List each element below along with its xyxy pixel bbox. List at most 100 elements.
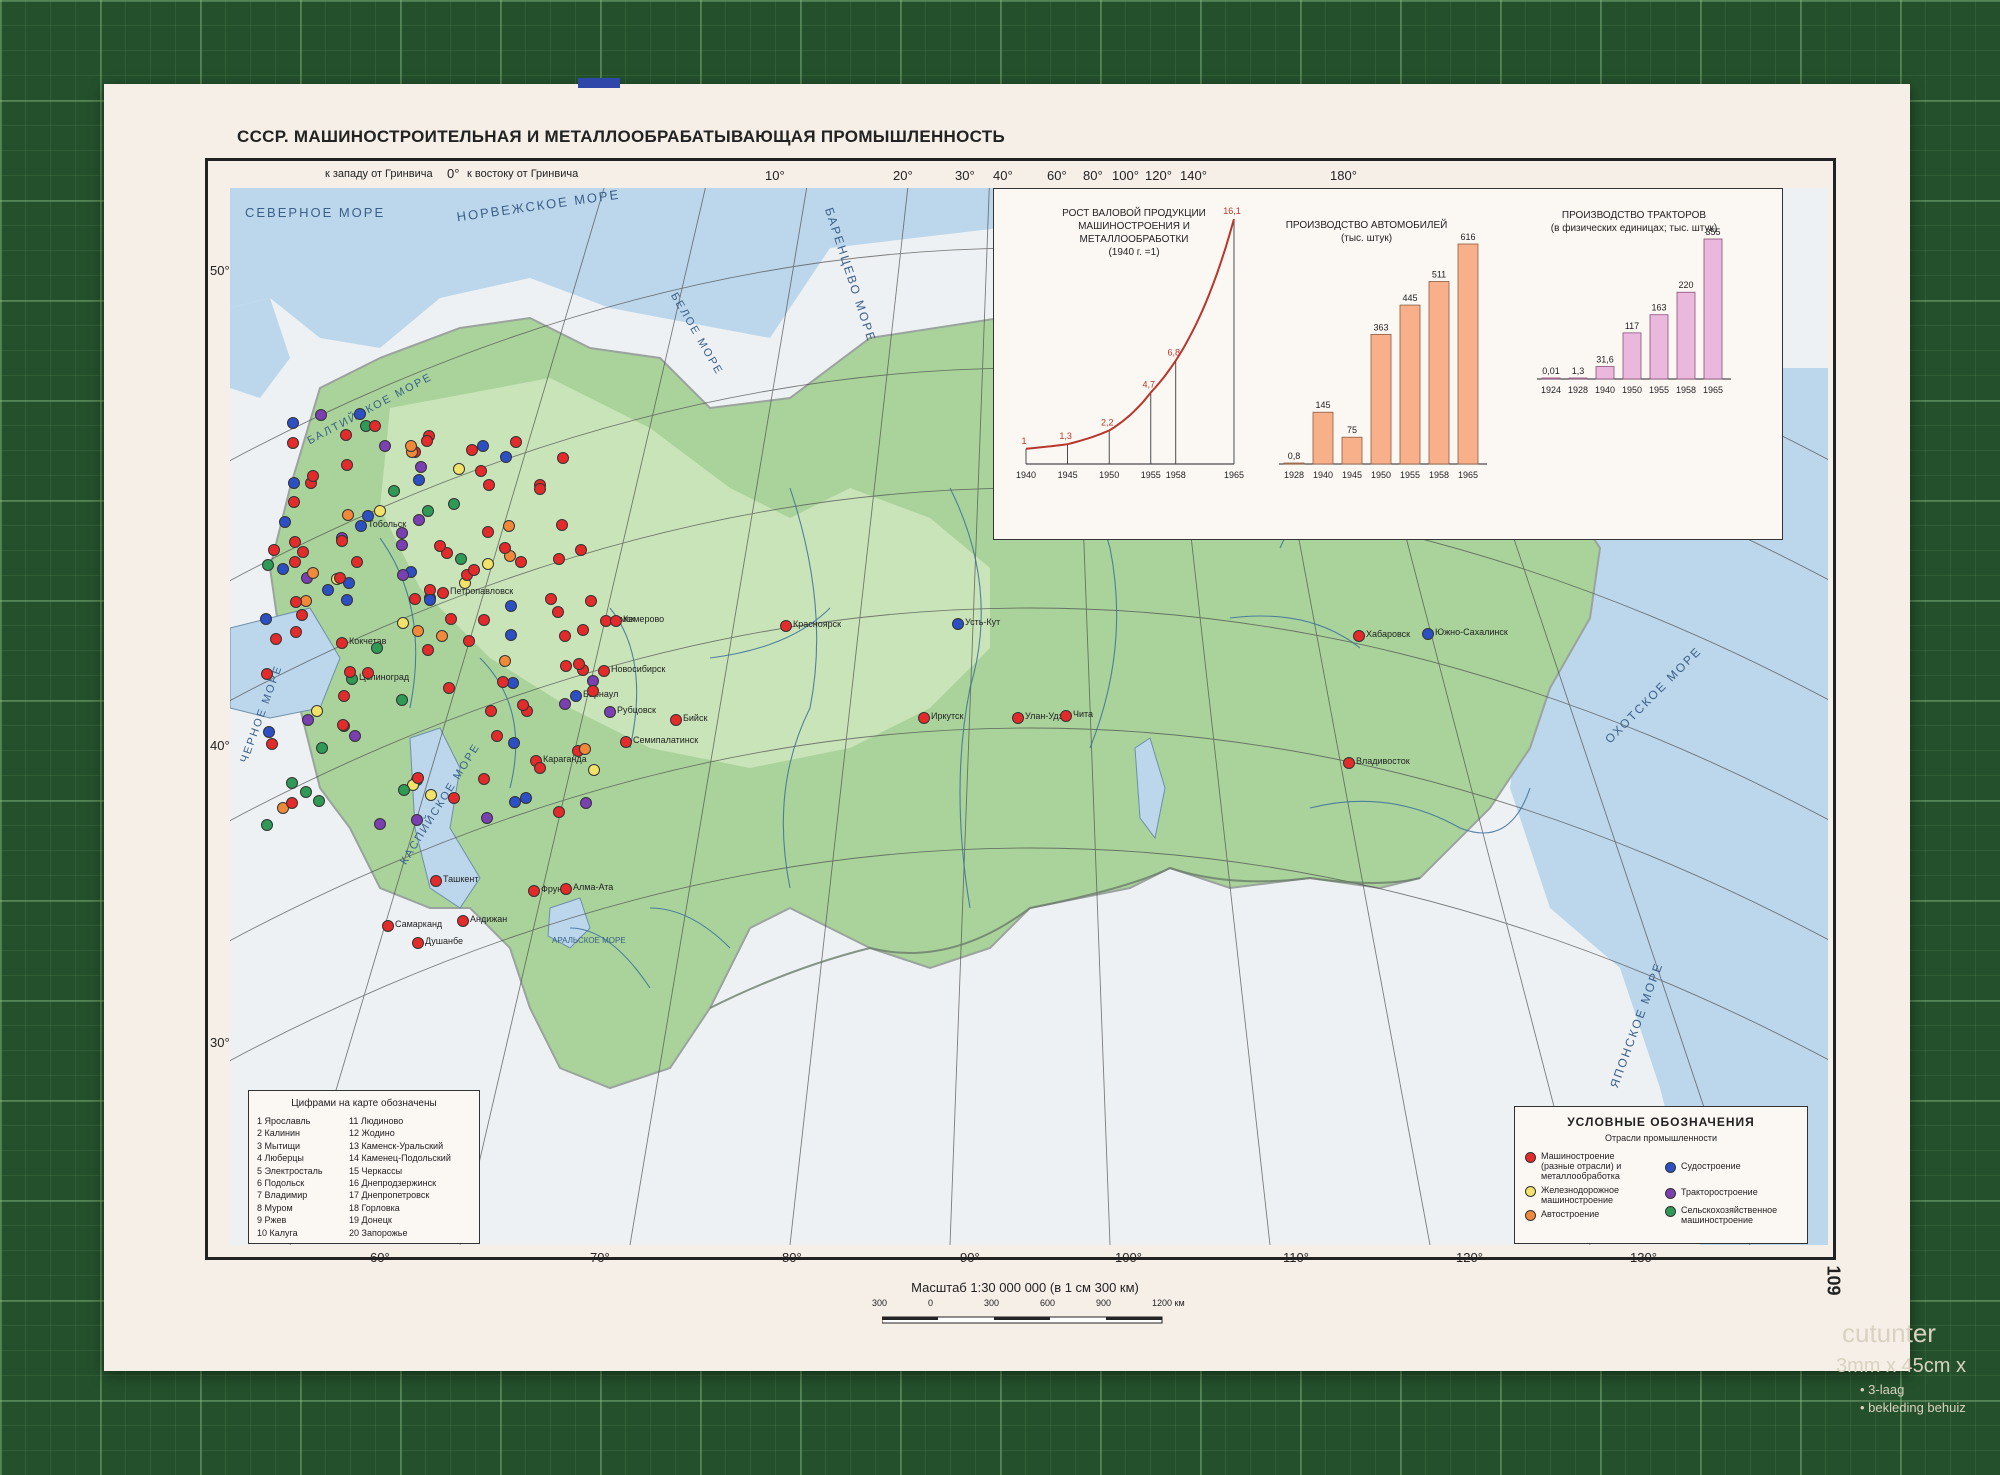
city-marker	[498, 655, 511, 668]
chart1-value-label: 1,3	[1059, 431, 1072, 441]
scale-tick-label: 900	[1096, 1298, 1112, 1308]
legend-swatch-icon	[1525, 1210, 1536, 1221]
city-marker	[405, 439, 418, 452]
city-marker	[336, 637, 348, 649]
city-marker	[297, 545, 310, 558]
coord-bottom-6: 120°	[1456, 1250, 1483, 1265]
scale-bar: Масштаб 1:30 000 000 (в 1 см 300 км) 300…	[860, 1280, 1190, 1330]
key-entry: 1 Ярославль	[257, 1116, 311, 1126]
city-marker	[396, 693, 409, 706]
city-label: Рубцовск	[617, 705, 656, 715]
city-marker	[457, 915, 469, 927]
city-label: Улан-Удэ	[1025, 711, 1064, 721]
scale-tick-label: 0	[928, 1298, 934, 1308]
legend-label: Судостроение	[1681, 1161, 1741, 1171]
scale-label: Масштаб 1:30 000 000 (в 1 см 300 км)	[911, 1280, 1139, 1295]
chart3-value-label: 31,6	[1596, 355, 1614, 365]
coord-bottom-3: 90°	[960, 1250, 980, 1265]
city-marker	[557, 452, 570, 465]
city-marker	[408, 592, 421, 605]
city-marker	[382, 920, 394, 932]
chart3-x-tick: 1965	[1703, 385, 1723, 395]
key-entry: 7 Владимир	[257, 1190, 308, 1201]
chart2-value-label: 511	[1432, 270, 1446, 280]
chart2-bar	[1312, 411, 1334, 465]
city-marker	[369, 419, 382, 432]
city-marker	[620, 736, 632, 748]
chart1-x-tick: 1955	[1141, 470, 1161, 480]
city-marker	[287, 436, 300, 449]
city-marker	[414, 460, 427, 473]
city-label: Усть-Кут	[965, 617, 1001, 627]
city-marker	[265, 738, 278, 751]
coord-top-5: 80°	[1083, 168, 1103, 183]
city-marker	[424, 788, 437, 801]
page-number: 109	[1823, 1265, 1844, 1296]
key-entry: 19 Донецк	[349, 1215, 392, 1226]
city-marker	[553, 552, 566, 565]
city-marker	[312, 794, 325, 807]
key-entry: 5 Электросталь	[257, 1165, 323, 1176]
chart1-x-tick: 1958	[1166, 470, 1186, 480]
city-marker	[285, 777, 298, 790]
chart2-value-label: 445	[1402, 293, 1417, 303]
chart2-value-label: 363	[1373, 322, 1388, 332]
city-marker	[570, 690, 582, 702]
key-entry: 17 Днепропетровск	[349, 1190, 430, 1201]
city-marker	[370, 641, 383, 654]
city-marker	[780, 620, 792, 632]
city-marker	[361, 509, 374, 522]
city-marker	[559, 629, 571, 642]
chart3-value-label: 163	[1651, 303, 1666, 313]
coord-top-7: 120°	[1145, 168, 1172, 183]
city-marker	[481, 811, 494, 824]
city-marker	[421, 434, 434, 447]
city-marker	[310, 704, 323, 717]
key-entry: 10 Калуга	[257, 1227, 298, 1238]
city-marker	[290, 595, 303, 608]
greenwich-east-label: к востоку от Гринвича	[467, 168, 579, 180]
chart2-x-tick: 1955	[1400, 470, 1420, 480]
city-marker	[509, 436, 522, 448]
chart1-growth-line	[1025, 218, 1235, 450]
coord-top-4: 60°	[1047, 168, 1067, 183]
city-marker	[519, 792, 532, 805]
city-marker	[555, 519, 568, 532]
key-entry: 3 Мытищи	[257, 1140, 301, 1151]
city-marker	[448, 791, 461, 804]
chart2-x-tick: 1940	[1313, 470, 1333, 480]
city-marker	[1012, 712, 1024, 724]
city-marker	[277, 562, 290, 575]
city-marker	[484, 705, 497, 718]
key-entry: 14 Каменец-Подольский	[349, 1153, 451, 1164]
city-marker	[604, 706, 616, 718]
chart2-x-tick: 1945	[1342, 470, 1362, 480]
chart3-x-tick: 1924	[1541, 385, 1561, 395]
chart3-x-tick: 1940	[1595, 385, 1615, 395]
sea-label-aral: АРАЛЬСКОЕ МОРЕ	[552, 936, 626, 945]
city-marker	[579, 797, 592, 810]
chart1-value-label: 2,2	[1101, 418, 1114, 428]
coord-bottom-4: 100°	[1115, 1250, 1142, 1265]
chart3-x-tick: 1950	[1622, 385, 1642, 395]
city-marker	[355, 520, 367, 532]
chart3-value-label: 0,01	[1542, 366, 1560, 376]
city-marker	[443, 681, 456, 694]
chart1-value-label: 16,1	[1223, 206, 1241, 216]
coord-top-1: 20°	[893, 168, 913, 183]
coord-bottom-0: 60°	[370, 1250, 390, 1265]
city-marker	[411, 771, 424, 784]
legend-item: Машиностроение (разные отрасли) и металл…	[1525, 1151, 1645, 1181]
city-marker	[533, 482, 546, 495]
chart3-x-tick: 1958	[1676, 385, 1696, 395]
chart2-value-label: 0,8	[1288, 451, 1301, 461]
city-marker	[576, 624, 589, 637]
city-marker	[598, 665, 610, 677]
legend-label: Автостроение	[1541, 1209, 1600, 1219]
city-marker	[260, 612, 273, 625]
city-marker	[413, 513, 426, 526]
chart3-value-label: 220	[1678, 280, 1693, 290]
legend-item: Тракторостроение	[1665, 1187, 1785, 1199]
legend-swatch-icon	[1665, 1206, 1676, 1217]
city-marker	[301, 713, 314, 726]
